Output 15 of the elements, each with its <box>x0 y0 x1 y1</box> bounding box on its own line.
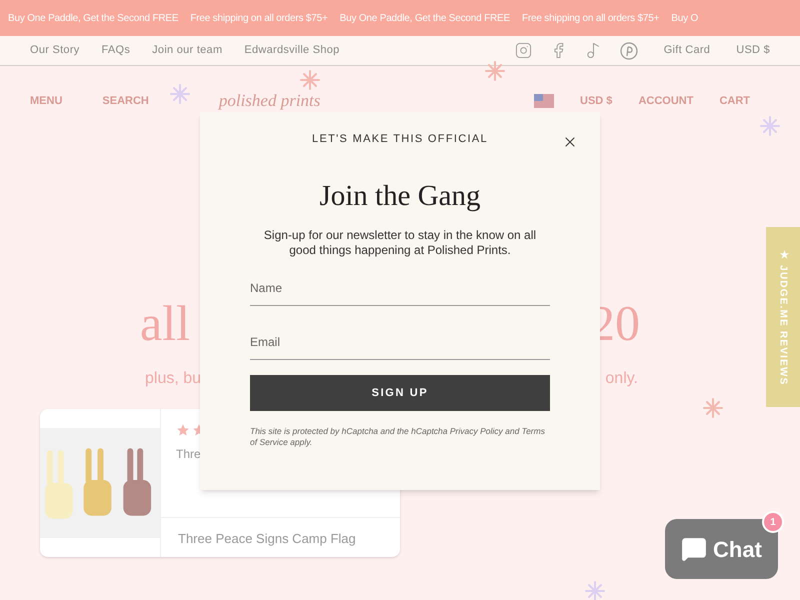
hero-subtitle: plus, bu <box>145 369 202 389</box>
hero-subtitle: only. <box>605 369 638 389</box>
announcement-text: Buy One Paddle, Get the Second FREE <box>340 12 510 26</box>
captcha-disclaimer: This site is protected by hCaptcha and the hCaptcha Privacy Policy and Terms of Service apply. <box>250 426 546 448</box>
review-snippet: Thre <box>176 446 202 463</box>
modal-title: Join the Gang <box>319 178 481 214</box>
product-name: Three Peace Signs Camp Flag <box>177 530 357 548</box>
modal-eyebrow: LET'S MAKE THIS OFFICIAL <box>312 132 488 147</box>
announcement-text: Free shipping on all orders $75+ <box>190 12 328 26</box>
announcement-text: Buy One Paddle, Get the Second FREE <box>8 12 178 26</box>
announcement-text: Free shipping on all orders $75+ <box>522 12 660 26</box>
modal-description: Sign-up for our newsletter to stay in the know on all good things happening at Polished Prints. <box>262 228 538 258</box>
hero-title: all <box>140 294 190 353</box>
announcement-text: Buy O <box>671 12 698 26</box>
notification-badge: 1 <box>762 511 784 533</box>
